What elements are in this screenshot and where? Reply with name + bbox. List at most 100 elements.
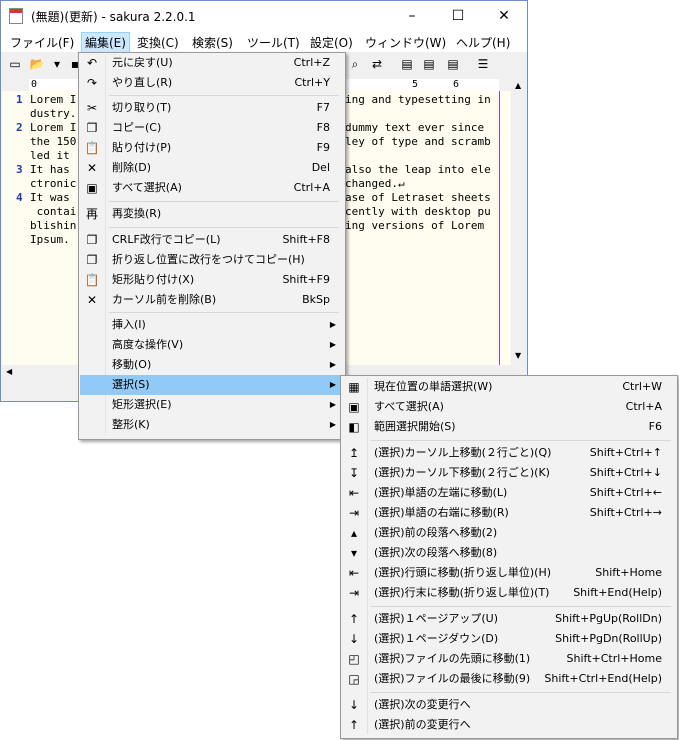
para-prev-icon: ▴ — [350, 526, 358, 540]
edit-menu-item[interactable]: 📋 矩形貼り付け(X) Shift+F9 — [80, 270, 344, 290]
edit-menu-item[interactable]: ❐ コピー(C) F8 — [80, 118, 344, 138]
cut-icon: ✂ — [86, 101, 98, 115]
menu-separator — [109, 227, 339, 228]
submenu-arrow-icon: ▶ — [329, 420, 336, 429]
minimize-button[interactable]: – — [389, 1, 435, 31]
menu-bar: ファイル(F) 編集(E) 変換(C) 検索(S) ツール(T) 設定(O) ウ… — [1, 31, 527, 53]
edit-menu-item[interactable]: ✂ 切り取り(T) F7 — [80, 98, 344, 118]
select-menu-item-label: (選択)カーソル下移動(２行ごと)(K) — [374, 466, 550, 479]
edit-menu-item[interactable]: 選択(S) ▶ — [80, 375, 344, 395]
scroll-up-icon[interactable]: ▲ — [515, 81, 521, 90]
text-line: dustry. — [30, 107, 77, 120]
edit-menu-item[interactable]: 挿入(I) ▶ — [80, 315, 344, 335]
menu-settings[interactable]: 設定(O) — [310, 34, 353, 51]
new-file-icon[interactable]: ▭ — [7, 56, 23, 72]
edit-menu-item[interactable]: 整形(K) ▶ — [80, 415, 344, 435]
edit-menu-item[interactable]: ✕ カーソル前を削除(B) BkSp — [80, 290, 344, 310]
copy-icon: ❐ — [86, 121, 98, 135]
select-submenu: ▦ 現在位置の単語選択(W) Ctrl+W ▣ すべて選択(A) Ctrl+A ◧ 範囲選択開… — [340, 375, 678, 739]
edit-menu-item[interactable]: 再 再変換(R) — [80, 204, 344, 224]
select-menu-item[interactable]: ↥ (選択)カーソル上移動(２行ごと)(Q) Shift+Ctrl+↑ — [342, 443, 676, 463]
menu-edit[interactable]: 編集(E) — [81, 32, 130, 53]
edit-menu-item-shortcut: Shift+F8 — [282, 233, 330, 246]
page-up-icon: ↑ — [348, 612, 360, 626]
select-menu-item[interactable]: ↓ (選択)次の変更行へ — [342, 695, 676, 715]
open-folder-icon[interactable]: 📂 — [29, 56, 45, 72]
tag-jump-icon[interactable]: ▤ — [445, 56, 461, 72]
find-icon[interactable]: ⌕ — [347, 56, 363, 72]
select-menu-item-label: (選択)行頭に移動(折り返し単位)(H) — [374, 566, 552, 579]
select-menu-item[interactable]: ▦ 現在位置の単語選択(W) Ctrl+W — [342, 377, 676, 397]
edit-menu-item-shortcut: Ctrl+A — [293, 181, 330, 194]
edit-menu-item[interactable]: 高度な操作(V) ▶ — [80, 335, 344, 355]
edit-menu-item[interactable]: ✕ 削除(D) Del — [80, 158, 344, 178]
select-menu-item[interactable]: ⇤ (選択)行頭に移動(折り返し単位)(H) Shift+Home — [342, 563, 676, 583]
menu-separator — [371, 606, 671, 607]
ruler-mark: 6 — [453, 79, 460, 90]
edit-menu-item[interactable]: ❐ CRLF改行でコピー(L) Shift+F8 — [80, 230, 344, 250]
edit-menu-item-label: 整形(K) — [112, 418, 150, 431]
edit-menu-item-label: 挿入(I) — [112, 318, 146, 331]
edit-menu-item[interactable]: ❐ 折り返し位置に改行をつけてコピー(H) — [80, 250, 344, 270]
replace-icon[interactable]: ⇄ — [369, 56, 385, 72]
edit-menu-item[interactable]: 矩形選択(E) ▶ — [80, 395, 344, 415]
select-menu-item[interactable]: ↧ (選択)カーソル下移動(２行ごと)(K) Shift+Ctrl+↓ — [342, 463, 676, 483]
select-menu-item[interactable]: ⇤ (選択)単語の左端に移動(L) Shift+Ctrl+← — [342, 483, 676, 503]
edit-menu-item[interactable]: ↶ 元に戻す(U) Ctrl+Z — [80, 53, 344, 73]
select-menu-item-label: (選択)次の段落へ移動(8) — [374, 546, 498, 559]
delete-icon: ✕ — [86, 161, 98, 175]
select-menu-item[interactable]: ◲ (選択)ファイルの最後に移動(9) Shift+Ctrl+End(Help) — [342, 669, 676, 689]
wrap-guide — [499, 91, 500, 365]
edit-menu-item-shortcut: BkSp — [302, 293, 330, 306]
title-bar[interactable]: (無題)(更新) - sakura 2.2.0.1 – ☐ ✕ — [1, 1, 527, 31]
select-menu-item-label: (選択)単語の左端に移動(L) — [374, 486, 508, 499]
select-menu-item[interactable]: ⇥ (選択)単語の右端に移動(R) Shift+Ctrl+→ — [342, 503, 676, 523]
menu-convert[interactable]: 変換(C) — [137, 34, 179, 51]
select-menu-item[interactable]: ↓ (選択)１ページダウン(D) Shift+PgDn(RollUp) — [342, 629, 676, 649]
outline-icon[interactable]: ☰ — [475, 56, 491, 72]
select-menu-item-shortcut: F6 — [648, 420, 662, 433]
scroll-down-icon[interactable]: ▼ — [515, 351, 521, 360]
select-menu-item[interactable]: ▴ (選択)前の段落へ移動(2) — [342, 523, 676, 543]
select-menu-item-label: (選択)１ページダウン(D) — [374, 632, 499, 645]
edit-menu-item[interactable]: ↷ やり直し(R) Ctrl+Y — [80, 73, 344, 93]
grep-replace-icon[interactable]: ▤ — [421, 56, 437, 72]
menu-help[interactable]: ヘルプ(H) — [456, 34, 510, 51]
edit-menu-item-label: コピー(C) — [112, 121, 162, 134]
select-menu-item[interactable]: ⇥ (選択)行末に移動(折り返し単位)(T) Shift+End(Help) — [342, 583, 676, 603]
close-button[interactable]: ✕ — [481, 1, 527, 31]
menu-file[interactable]: ファイル(F) — [10, 34, 74, 51]
text-line: blishin — [30, 219, 77, 232]
menu-window[interactable]: ウィンドウ(W) — [365, 34, 446, 51]
submenu-arrow-icon: ▶ — [329, 380, 336, 389]
select-menu-item-shortcut: Shift+Ctrl+↓ — [589, 466, 662, 479]
edit-menu-item[interactable]: 移動(O) ▶ — [80, 355, 344, 375]
vertical-scrollbar[interactable]: ▲ ▼ — [511, 79, 527, 365]
scroll-left-icon[interactable]: ◀ — [6, 367, 12, 376]
text-line: Lorem I — [30, 121, 77, 134]
edit-menu-item-label: 選択(S) — [112, 378, 150, 391]
maximize-button[interactable]: ☐ — [435, 1, 481, 31]
menu-search[interactable]: 検索(S) — [192, 34, 233, 51]
select-menu-item[interactable]: ◧ 範囲選択開始(S) F6 — [342, 417, 676, 437]
select-menu-item-shortcut: Shift+Ctrl+← — [589, 486, 662, 499]
select-menu-item-label: (選択)前の変更行へ — [374, 718, 471, 731]
text-line: ase of Letraset sheets — [345, 191, 491, 204]
grep-icon[interactable]: ▤ — [399, 56, 415, 72]
next-change-icon: ↓ — [348, 698, 360, 712]
edit-menu-item-label: 再変換(R) — [112, 207, 162, 220]
select-menu-item[interactable]: ↑ (選択)前の変更行へ — [342, 715, 676, 735]
select-menu-item[interactable]: ↑ (選択)１ページアップ(U) Shift+PgUp(RollDn) — [342, 609, 676, 629]
menu-separator — [109, 201, 339, 202]
text-line: ing and typesetting in — [345, 93, 491, 106]
edit-menu-item[interactable]: ▣ すべて選択(A) Ctrl+A — [80, 178, 344, 198]
undo-icon: ↶ — [86, 56, 98, 70]
select-menu-item[interactable]: ◰ (選択)ファイルの先頭に移動(1) Shift+Ctrl+Home — [342, 649, 676, 669]
select-menu-item[interactable]: ▣ すべて選択(A) Ctrl+A — [342, 397, 676, 417]
text-line: the 150 — [30, 135, 77, 148]
menu-tools[interactable]: ツール(T) — [247, 34, 300, 51]
select-menu-item[interactable]: ▾ (選択)次の段落へ移動(8) — [342, 543, 676, 563]
edit-menu-item[interactable]: 📋 貼り付け(P) F9 — [80, 138, 344, 158]
app-icon[interactable] — [9, 8, 23, 24]
dropdown-arrow-icon[interactable]: ▾ — [49, 56, 65, 72]
